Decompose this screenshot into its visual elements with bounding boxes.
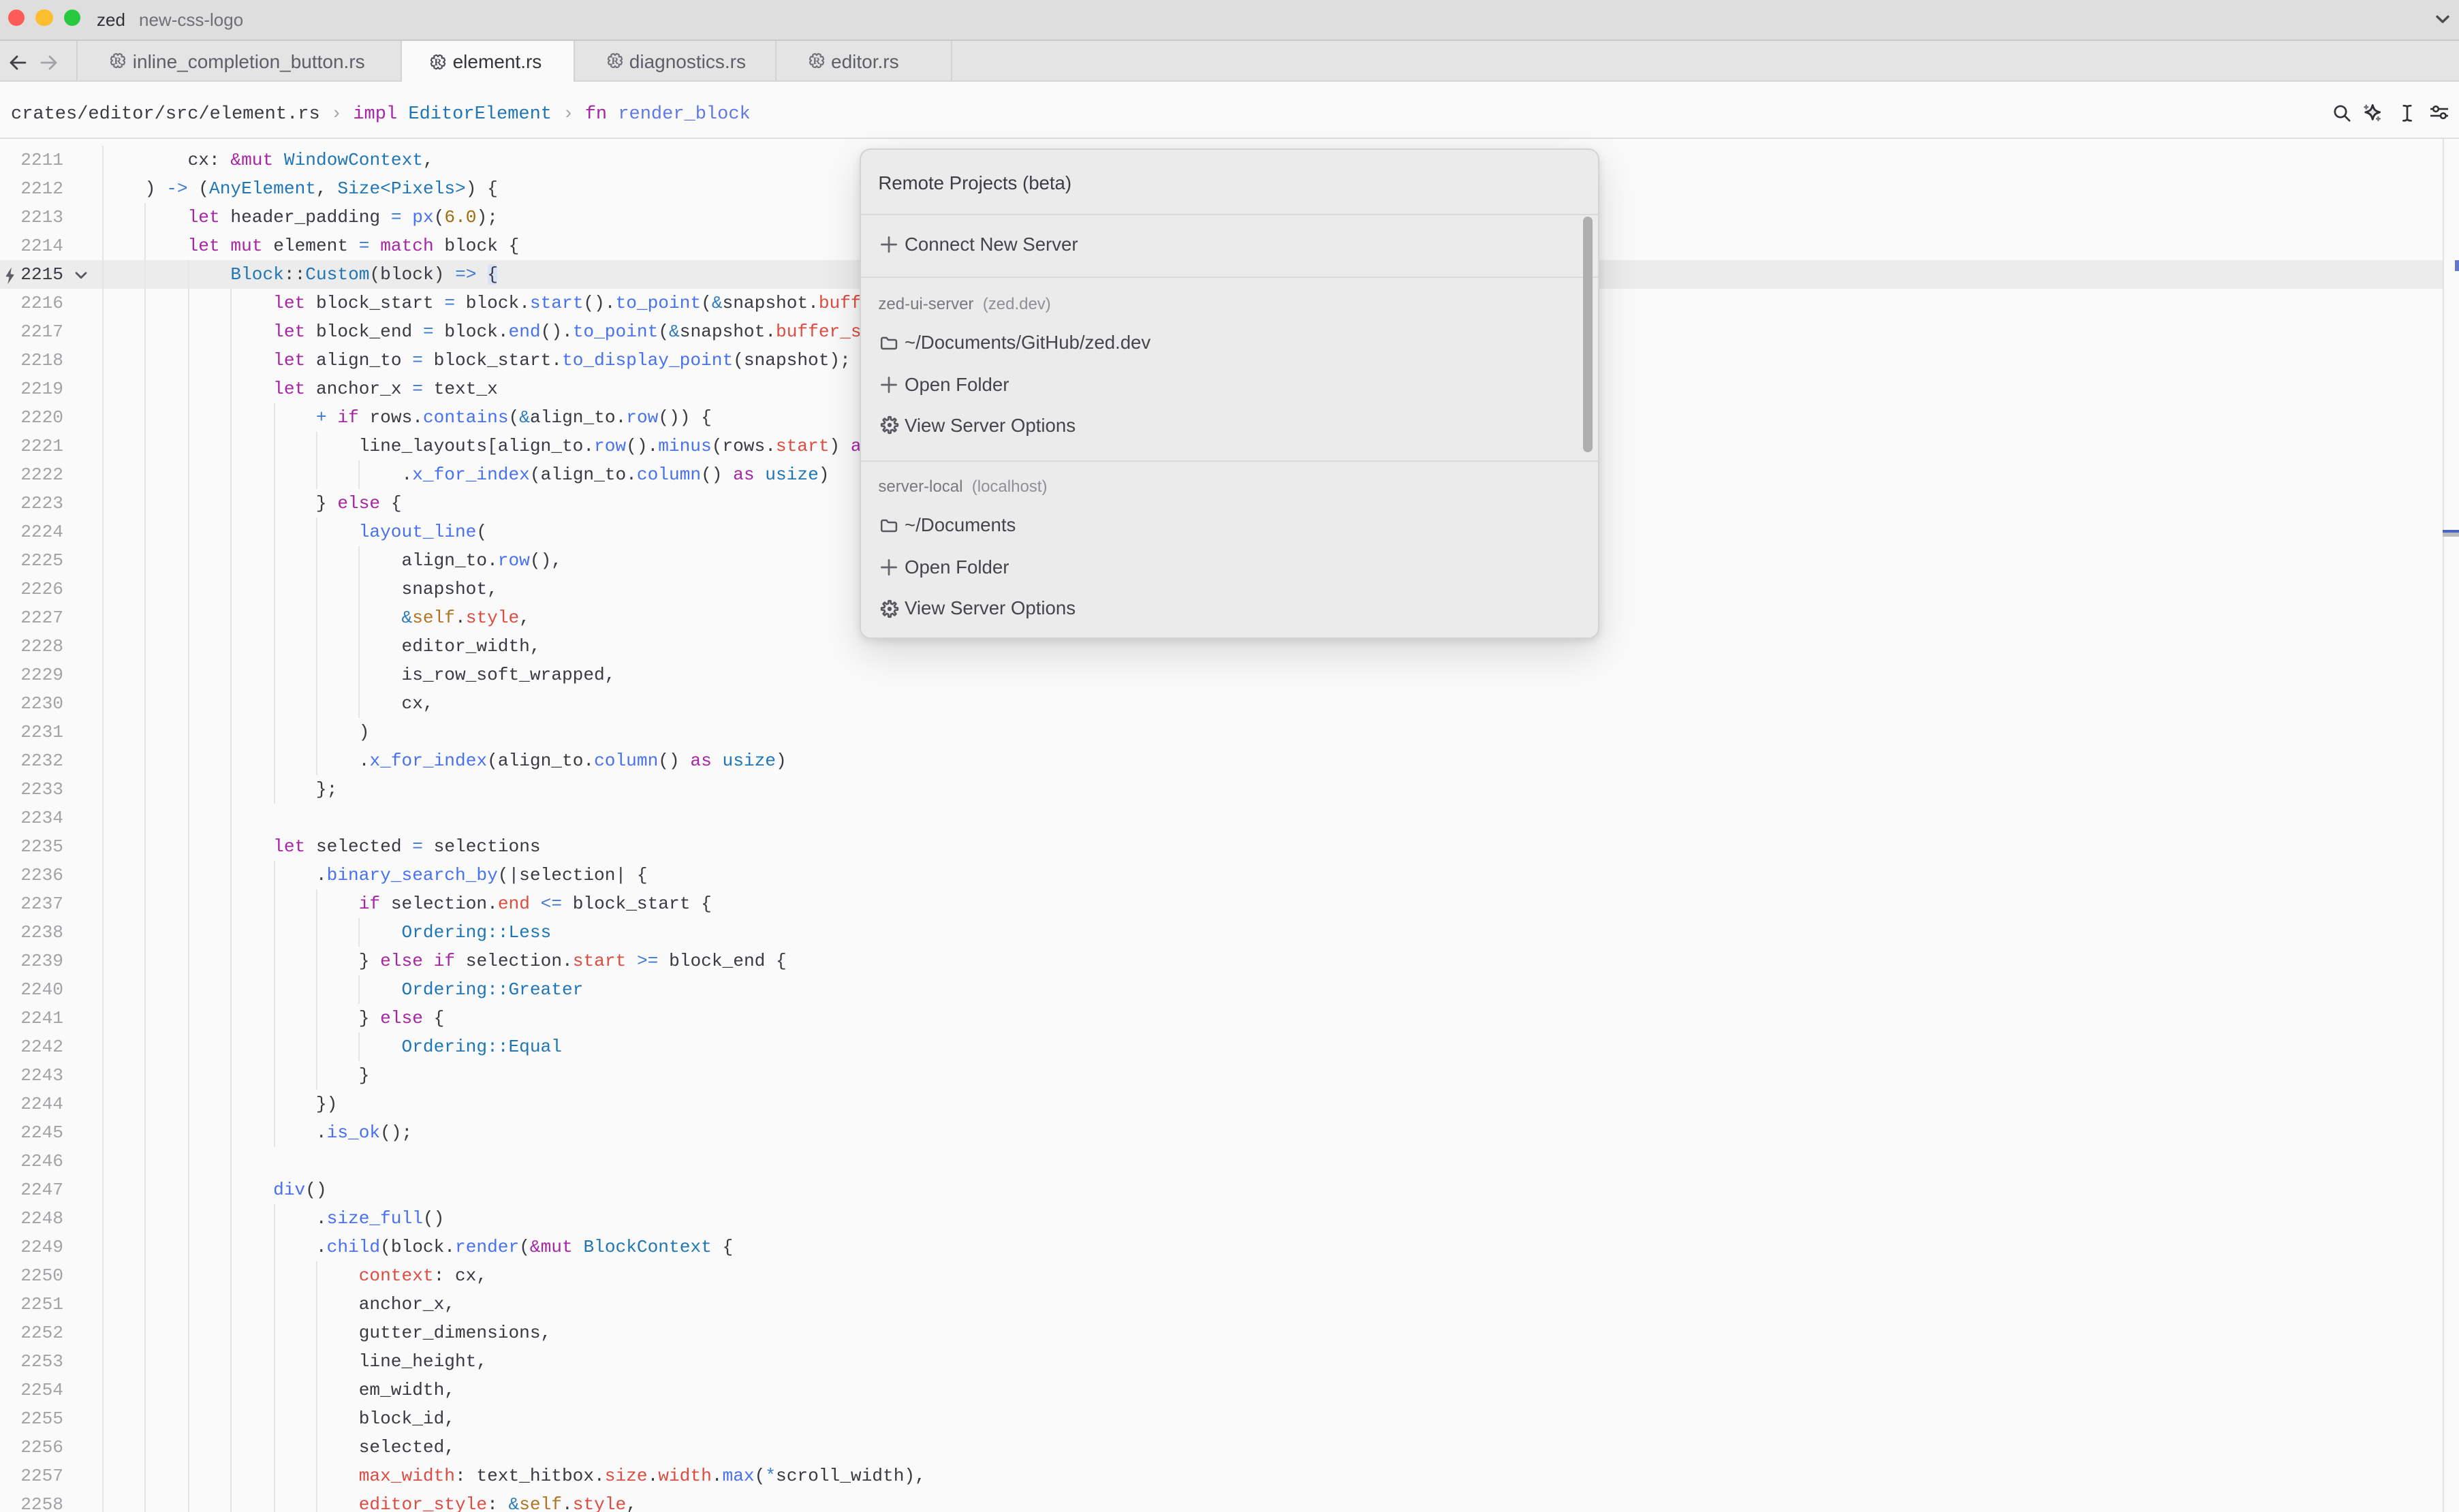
svg-text:R: R [114, 56, 122, 67]
svg-text:R: R [813, 56, 821, 67]
svg-text:R: R [435, 57, 442, 67]
svg-text:R: R [611, 56, 618, 67]
